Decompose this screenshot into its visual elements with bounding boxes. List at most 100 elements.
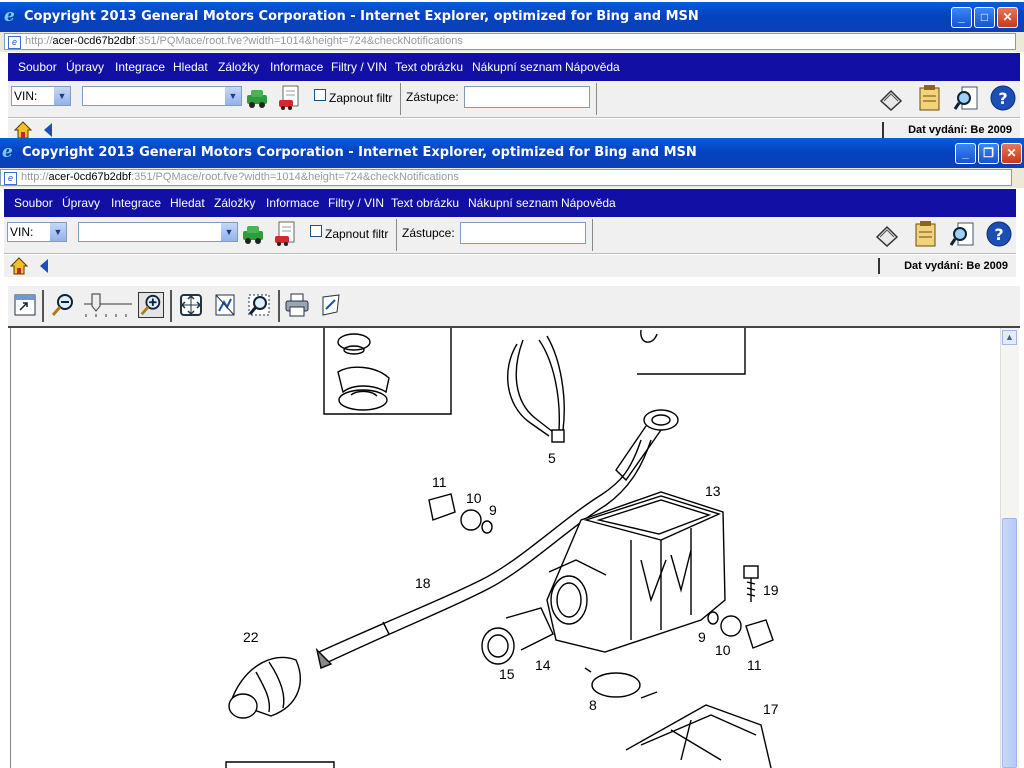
car-report-icon[interactable] (274, 221, 298, 247)
back-arrow-icon[interactable] (38, 258, 50, 274)
address-text: http://acer-0cd67b2dbf:351/PQMace/root.f… (25, 35, 463, 47)
search-document-icon[interactable] (950, 221, 976, 249)
menu-soubor[interactable]: Soubor (14, 196, 53, 210)
menu-integrace[interactable]: Integrace (111, 196, 161, 210)
filter-label: Zapnout filtr (329, 91, 393, 105)
zastupce-input[interactable] (464, 86, 590, 108)
menu-hledat[interactable]: Hledat (170, 196, 205, 210)
vin-combobox[interactable]: ▼ (82, 86, 242, 106)
vertical-scrollbar[interactable]: ▲ (1000, 328, 1019, 768)
image-select-icon[interactable] (212, 292, 238, 318)
annotate-icon[interactable] (318, 292, 344, 318)
menu-zalozky[interactable]: Záložky (218, 60, 259, 74)
menu-nakupni-seznam[interactable]: Nákupní seznam (468, 196, 558, 210)
close-button[interactable]: ✕ (997, 7, 1018, 28)
filter-checkbox[interactable] (314, 89, 326, 101)
viewer-toolbar (8, 286, 1020, 328)
divider (592, 219, 593, 251)
part-label[interactable]: 19 (763, 582, 779, 598)
divider (170, 290, 172, 322)
scroll-thumb[interactable] (1002, 518, 1017, 768)
vin-select[interactable]: VIN: ▼ (11, 86, 71, 106)
restore-button[interactable]: ❐ (978, 143, 999, 164)
menu-informace[interactable]: Informace (270, 60, 323, 74)
zoom-out-icon[interactable] (50, 292, 76, 318)
help-icon[interactable]: ? (990, 85, 1016, 111)
menu-zalozky[interactable]: Záložky (214, 196, 255, 210)
fit-window-icon[interactable] (178, 292, 204, 318)
part-label[interactable]: 10 (715, 642, 731, 658)
part-label[interactable]: 15 (499, 666, 515, 682)
zastupce-input[interactable] (460, 222, 586, 244)
menu-text-obrazku[interactable]: Text obrázku (391, 196, 459, 210)
menu-informace[interactable]: Informace (266, 196, 319, 210)
address-field[interactable]: e http://acer-0cd67b2dbf:351/PQMace/root… (0, 169, 1012, 186)
toolbar: VIN: ▼ ▼ Zapnout filtr Zástupce: ? (8, 81, 1020, 118)
help-icon[interactable]: ? (986, 221, 1012, 247)
chevron-down-icon: ▼ (50, 223, 66, 241)
vin-select[interactable]: VIN: ▼ (7, 222, 67, 242)
car-search-icon[interactable] (241, 222, 265, 246)
window-titlebar-back[interactable]: e Copyright 2013 General Motors Corporat… (0, 2, 1024, 32)
divider (400, 83, 401, 115)
svg-text:?: ? (994, 225, 1003, 244)
parts-diagram[interactable]: 5 11 10 9 13 18 19 22 9 10 11 15 14 8 17 (10, 328, 1001, 768)
part-label[interactable]: 22 (243, 629, 259, 645)
part-label[interactable]: 14 (535, 657, 551, 673)
notepad-icon[interactable] (912, 221, 938, 249)
part-label[interactable]: 10 (466, 490, 482, 506)
page-icon: e (4, 172, 17, 185)
menu-text-obrazku[interactable]: Text obrázku (395, 60, 463, 74)
menu-upravy[interactable]: Úpravy (66, 60, 104, 74)
print-icon[interactable] (284, 292, 310, 318)
menu-soubor[interactable]: Soubor (18, 60, 57, 74)
address-field[interactable]: e http://acer-0cd67b2dbf:351/PQMace/root… (4, 33, 1016, 50)
zoom-in-icon[interactable] (138, 292, 164, 318)
menu-upravy[interactable]: Úpravy (62, 196, 100, 210)
page-icon: e (8, 36, 21, 49)
divider (596, 83, 597, 115)
car-search-icon[interactable] (245, 86, 269, 110)
part-number-labels: 5 11 10 9 13 18 19 22 9 10 11 15 14 8 17 (243, 450, 779, 717)
menu-hledat[interactable]: Hledat (173, 60, 208, 74)
search-document-icon[interactable] (954, 85, 980, 113)
fit-page-icon[interactable] (12, 292, 38, 318)
menu-napoveda[interactable]: Nápověda (561, 196, 616, 210)
filter-checkbox[interactable] (310, 225, 322, 237)
part-label[interactable]: 9 (489, 502, 497, 518)
part-label[interactable]: 11 (747, 657, 762, 673)
eraser-icon[interactable] (874, 222, 900, 248)
menu-integrace[interactable]: Integrace (115, 60, 165, 74)
address-bar: e http://acer-0cd67b2dbf:351/PQMace/root… (0, 168, 1024, 188)
part-label[interactable]: 8 (589, 697, 597, 713)
toolbar: VIN: ▼ ▼ Zapnout filtr Zástupce: ? (4, 217, 1016, 254)
part-label[interactable]: 17 (763, 701, 779, 717)
close-button[interactable]: ✕ (1001, 143, 1022, 164)
menu-filtry-vin[interactable]: Filtry / VIN (328, 196, 384, 210)
part-label[interactable]: 13 (705, 483, 721, 499)
zastupce-label: Zástupce: (406, 90, 459, 104)
part-label[interactable]: 5 (548, 450, 556, 466)
part-label[interactable]: 9 (698, 629, 706, 645)
minimize-button[interactable]: _ (955, 143, 976, 164)
minimize-button[interactable]: _ (951, 7, 972, 28)
home-icon[interactable] (10, 257, 28, 275)
window-titlebar-front[interactable]: e Copyright 2013 General Motors Corporat… (0, 138, 1024, 168)
zoom-area-icon[interactable] (246, 292, 272, 318)
menubar: Soubor Úpravy Integrace Hledat Záložky I… (4, 189, 1016, 217)
menu-filtry-vin[interactable]: Filtry / VIN (331, 60, 387, 74)
menu-napoveda[interactable]: Nápověda (565, 60, 620, 74)
vin-combobox[interactable]: ▼ (78, 222, 238, 242)
car-report-icon[interactable] (278, 85, 302, 111)
back-arrow-icon[interactable] (42, 122, 54, 138)
eraser-icon[interactable] (878, 86, 904, 112)
home-icon[interactable] (14, 121, 32, 139)
part-label[interactable]: 18 (415, 575, 431, 591)
menu-nakupni-seznam[interactable]: Nákupní seznam (472, 60, 562, 74)
scroll-up-button[interactable]: ▲ (1002, 330, 1017, 345)
part-label[interactable]: 11 (432, 474, 447, 490)
zoom-slider[interactable] (80, 292, 136, 320)
maximize-button[interactable]: □ (974, 7, 995, 28)
navbar: Dat vydání: Be 2009 (4, 255, 1016, 277)
notepad-icon[interactable] (916, 85, 942, 113)
